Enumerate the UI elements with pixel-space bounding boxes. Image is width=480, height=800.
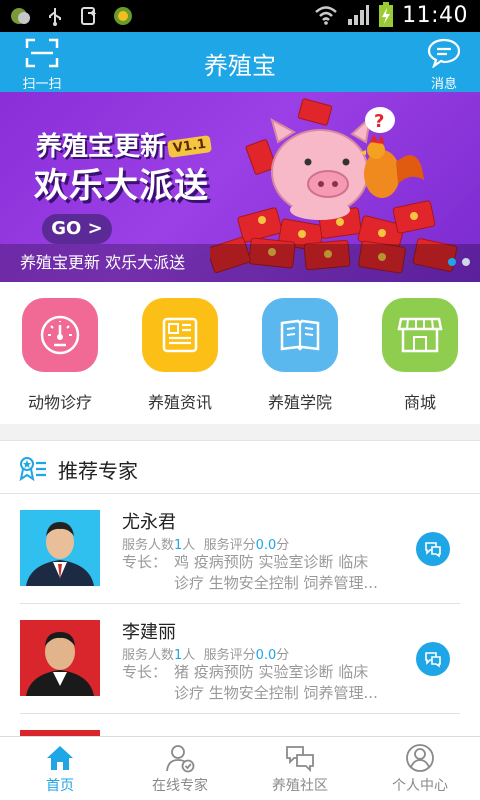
tab-label: 养殖社区 bbox=[272, 778, 328, 794]
specialty-label: 专长： bbox=[122, 553, 168, 571]
book-icon bbox=[280, 319, 320, 351]
community-chat-icon bbox=[286, 746, 314, 773]
category-tile bbox=[262, 298, 338, 372]
expert-photo-1 bbox=[20, 510, 100, 586]
tab-label: 首页 bbox=[46, 778, 74, 794]
served-label: 服务人数 bbox=[122, 538, 175, 553]
specialty-line: 诊疗 生物安全控制 饲养管理... bbox=[174, 684, 378, 702]
expert-avatar bbox=[20, 620, 100, 696]
carousel-dot-2[interactable] bbox=[462, 258, 470, 266]
consult-chat-button[interactable] bbox=[416, 642, 450, 676]
message-icon bbox=[427, 38, 461, 69]
message-label: 消息 bbox=[430, 77, 457, 92]
category-animal-diagnosis[interactable]: 动物诊疗 bbox=[0, 298, 120, 413]
category-label: 商城 bbox=[403, 393, 436, 412]
category-tile bbox=[22, 298, 98, 372]
system-indicators: 11:40 bbox=[314, 2, 468, 28]
carousel-indicator bbox=[448, 258, 470, 266]
banner-go-button[interactable]: GO > bbox=[42, 214, 112, 244]
app-title: 养殖宝 bbox=[204, 52, 276, 80]
rating-value: 0.0 bbox=[255, 538, 277, 553]
specialty-line: 诊疗 生物安全控制 饲养管理... bbox=[174, 574, 378, 592]
category-farming-academy[interactable]: 养殖学院 bbox=[240, 298, 360, 413]
specialty-line: 鸡 疫病预防 实验室诊断 临床 bbox=[174, 553, 369, 571]
expert-specialty: 专长： 鸡 疫病预防 实验室诊断 临床 诊疗 生物安全控制 饲养管理... bbox=[122, 552, 402, 594]
download-icon bbox=[81, 7, 97, 25]
app-header: 扫一扫 养殖宝 消息 bbox=[0, 32, 480, 92]
expert-specialty: 专长： 猪 疫病预防 实验室诊断 临床 诊疗 生物安全控制 饲养管理... bbox=[122, 662, 402, 704]
signal-icon bbox=[348, 5, 370, 25]
expert-name: 李建丽 bbox=[122, 622, 176, 643]
recommended-experts-header: 推荐专家 bbox=[0, 440, 480, 494]
category-grid: 动物诊疗 养殖资讯 养殖学院 商城 bbox=[0, 282, 480, 424]
tab-profile[interactable]: 个人中心 bbox=[360, 737, 480, 800]
expert-badge-icon bbox=[19, 457, 46, 481]
served-unit: 人 bbox=[182, 648, 196, 663]
status-clock: 11:40 bbox=[402, 2, 468, 28]
expert-row-partial[interactable] bbox=[0, 714, 480, 736]
banner-caption: 养殖宝更新 欢乐大派送 bbox=[20, 253, 186, 272]
banner-headline-line2: 欢乐大派送 bbox=[34, 166, 209, 206]
specialty-label: 专长： bbox=[122, 663, 168, 681]
notification-icons bbox=[10, 6, 134, 26]
profile-icon bbox=[406, 744, 434, 772]
specialty-line: 猪 疫病预防 实验室诊断 临床 bbox=[174, 663, 369, 681]
expert-photo-2 bbox=[20, 620, 100, 696]
usb-icon bbox=[49, 8, 61, 26]
tab-label: 在线专家 bbox=[152, 778, 208, 794]
rating-label: 服务评分 bbox=[203, 648, 256, 663]
rating-unit: 分 bbox=[276, 648, 290, 663]
gauge-icon bbox=[40, 315, 80, 355]
expert-row[interactable]: 尤永君 服务人数1人 服务评分0.0分 专长： 鸡 疫病预防 实验室诊断 临床 … bbox=[0, 494, 480, 604]
wifi-icon bbox=[315, 6, 337, 25]
expert-name: 尤永君 bbox=[122, 512, 176, 533]
rating-unit: 分 bbox=[276, 538, 290, 553]
category-label: 养殖学院 bbox=[267, 393, 332, 412]
rating-label: 服务评分 bbox=[203, 538, 256, 553]
chat-bubble-icon bbox=[425, 542, 441, 558]
svg-text:?: ? bbox=[374, 111, 384, 132]
chat-bubble-icon bbox=[425, 652, 441, 668]
app-screen: 11:40 扫一扫 养殖宝 消息 养殖宝更新 V1.1 欢乐大派送 GO > ?… bbox=[0, 0, 480, 800]
consult-chat-button[interactable] bbox=[416, 532, 450, 566]
message-button[interactable]: 消息 bbox=[414, 38, 474, 92]
promo-banner[interactable]: 养殖宝更新 V1.1 欢乐大派送 GO > ? 养殖宝更新 欢乐大派送 bbox=[0, 92, 480, 282]
status-bar: 11:40 bbox=[0, 0, 480, 32]
tab-home[interactable]: 首页 bbox=[0, 737, 120, 800]
storefront-icon bbox=[397, 317, 443, 353]
home-icon bbox=[47, 746, 73, 770]
online-expert-icon bbox=[166, 745, 195, 773]
app-notification-icon bbox=[11, 8, 30, 24]
rating-value: 0.0 bbox=[255, 648, 277, 663]
category-label: 养殖资讯 bbox=[147, 393, 212, 412]
carousel-dot-1[interactable] bbox=[448, 258, 456, 266]
expert-row[interactable]: 李建丽 服务人数1人 服务评分0.0分 专长： 猪 疫病预防 实验室诊断 临床 … bbox=[0, 604, 480, 714]
category-tile bbox=[142, 298, 218, 372]
tab-label: 个人中心 bbox=[392, 778, 448, 794]
served-unit: 人 bbox=[182, 538, 196, 553]
category-mall[interactable]: 商城 bbox=[360, 298, 480, 413]
category-label: 动物诊疗 bbox=[27, 393, 92, 412]
category-farming-news[interactable]: 养殖资讯 bbox=[120, 298, 240, 413]
served-label: 服务人数 bbox=[122, 648, 175, 663]
newspaper-icon bbox=[162, 317, 198, 353]
bottom-tab-bar: 首页 在线专家 养殖社区 个人中心 bbox=[0, 736, 480, 800]
tab-farming-community[interactable]: 养殖社区 bbox=[240, 737, 360, 800]
app-badge-icon bbox=[114, 7, 132, 25]
battery-charging-icon bbox=[379, 2, 394, 27]
expert-avatar bbox=[20, 510, 100, 586]
expert-stats: 服务人数1人 服务评分0.0分 bbox=[122, 644, 289, 663]
expert-list: 尤永君 服务人数1人 服务评分0.0分 专长： 鸡 疫病预防 实验室诊断 临床 … bbox=[0, 494, 480, 736]
section-title: 推荐专家 bbox=[58, 459, 138, 483]
expert-stats: 服务人数1人 服务评分0.0分 bbox=[122, 534, 289, 553]
tab-online-experts[interactable]: 在线专家 bbox=[120, 737, 240, 800]
banner-version-badge: V1.1 bbox=[167, 135, 213, 158]
category-tile bbox=[382, 298, 458, 372]
